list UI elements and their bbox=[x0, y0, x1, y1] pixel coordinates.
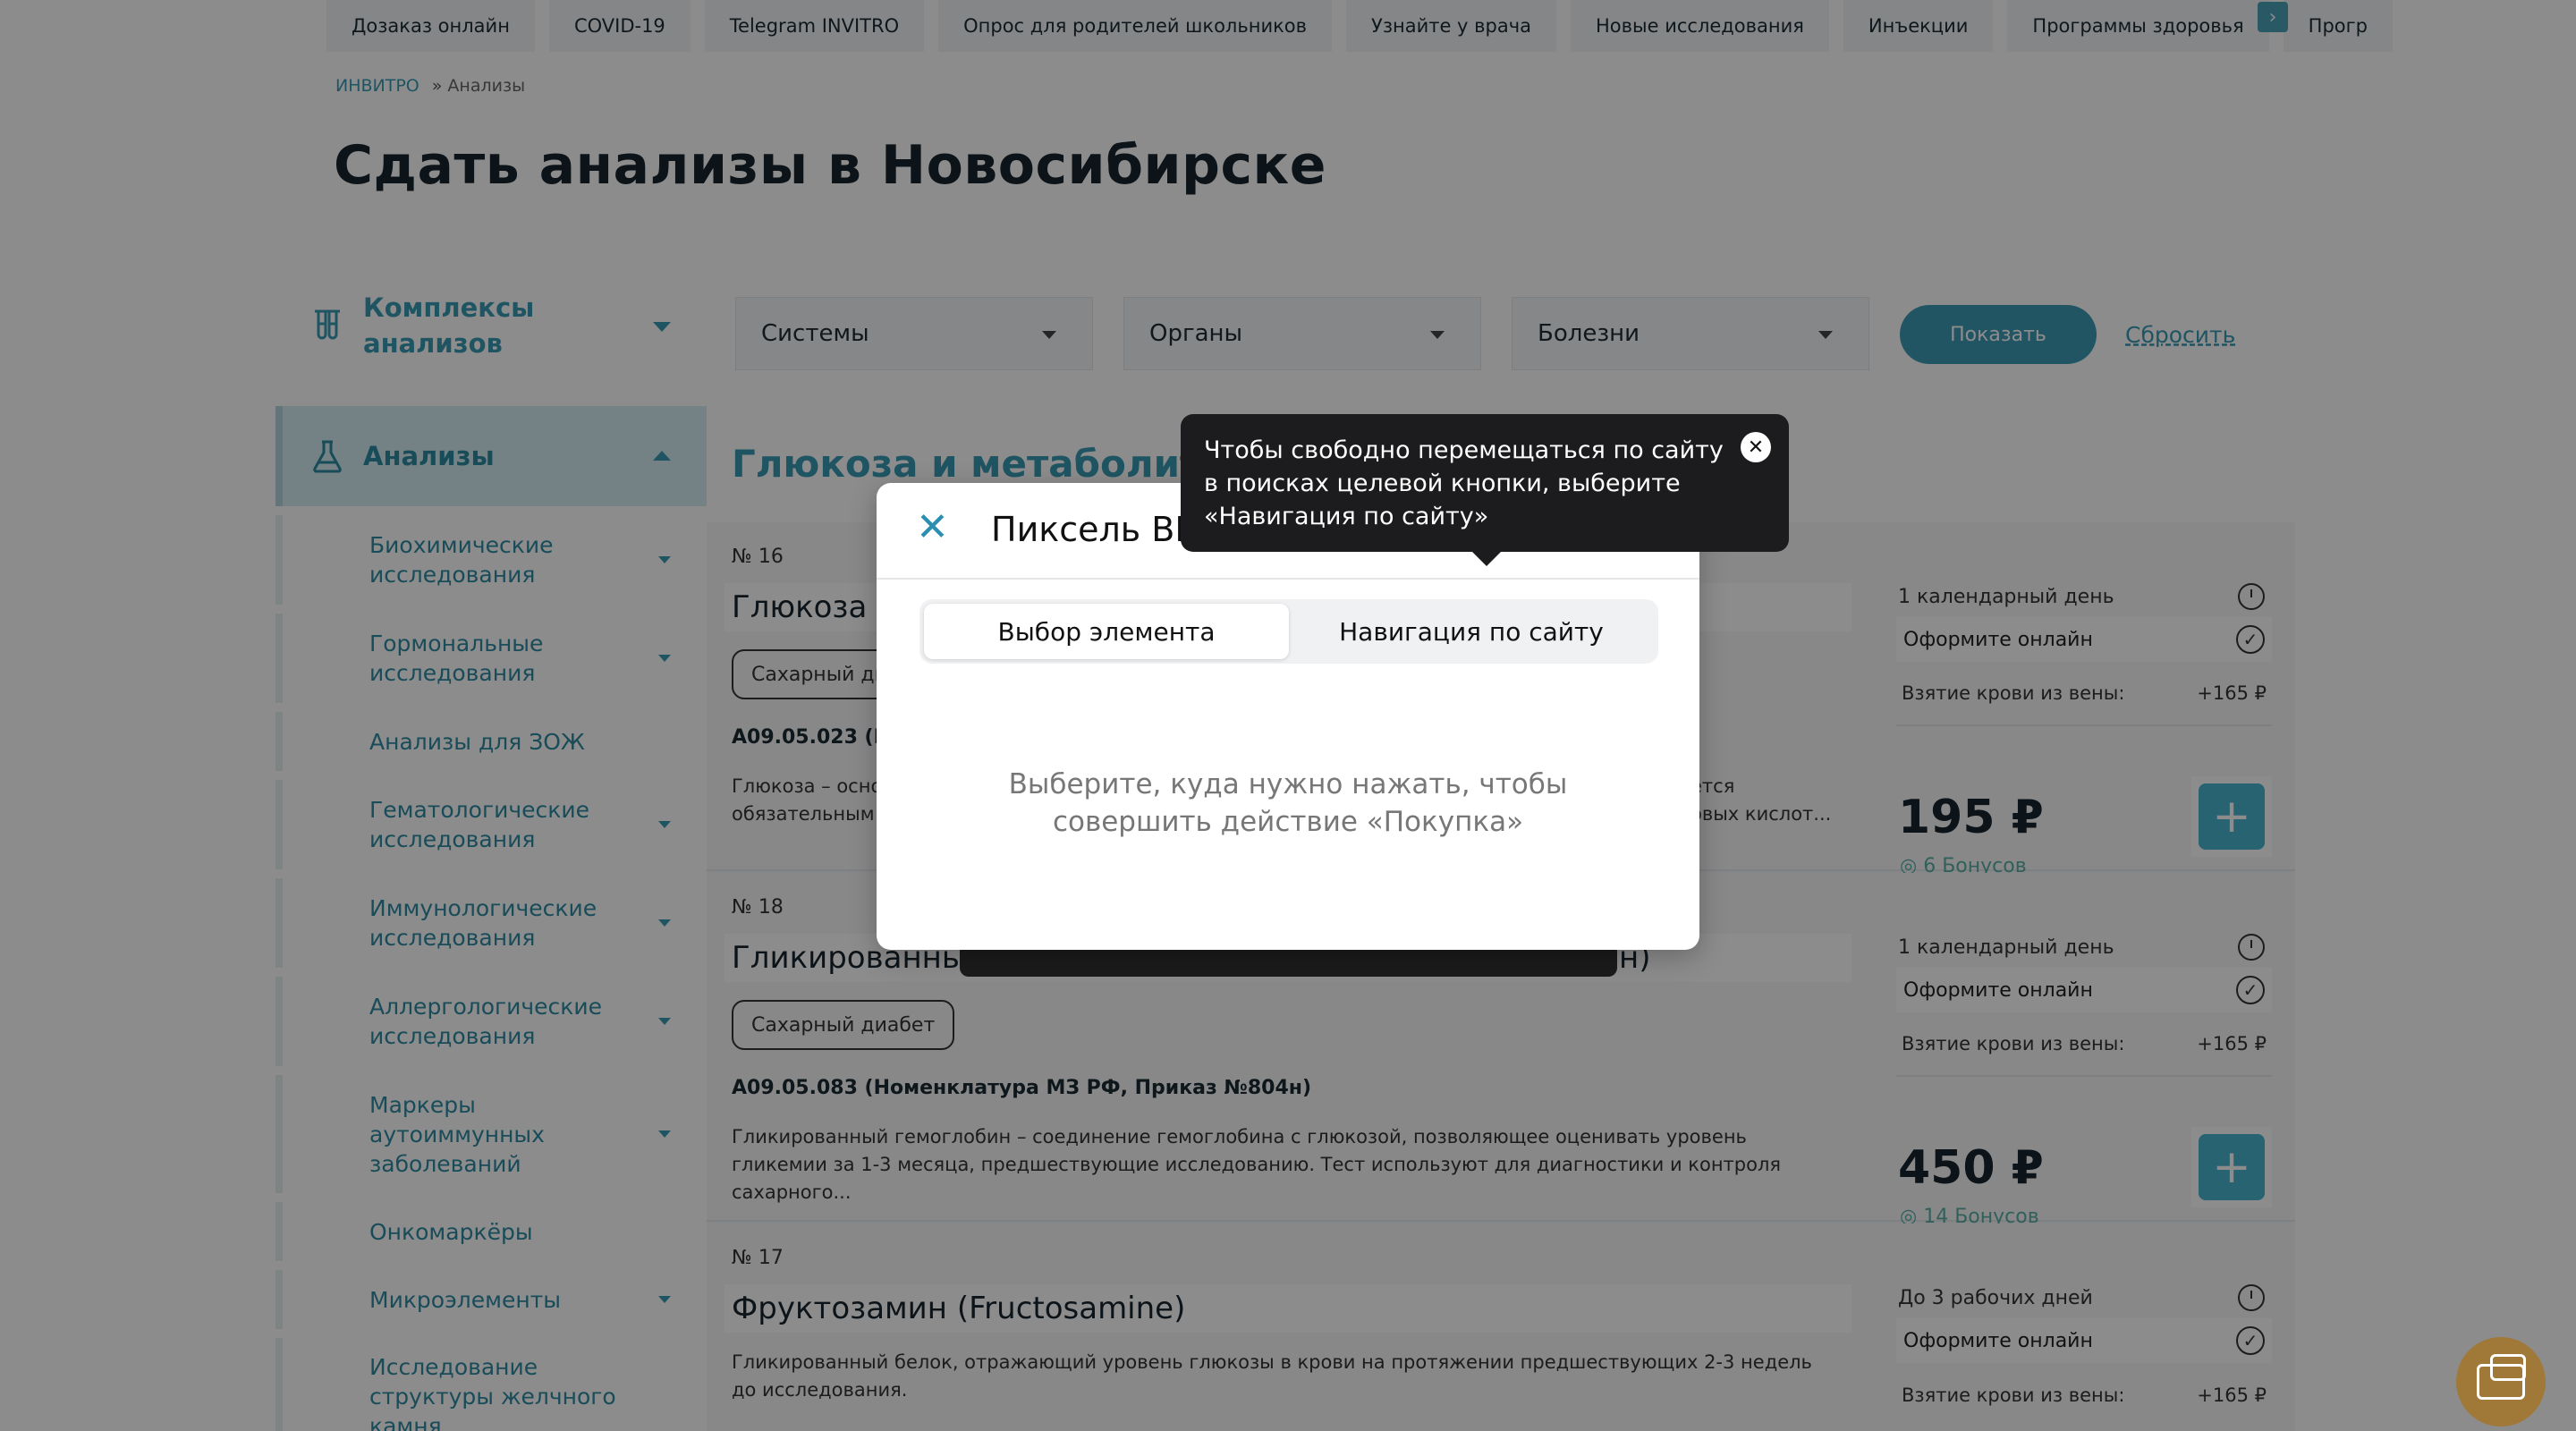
close-icon[interactable]: ✕ bbox=[916, 508, 952, 547]
tab-select-element[interactable]: Выбор элемента bbox=[924, 604, 1289, 659]
navigation-tooltip: Чтобы свободно перемещаться по сайту в п… bbox=[1181, 414, 1789, 566]
modal-hint: Выберите, куда нужно нажать, чтобы совер… bbox=[877, 766, 1699, 841]
tooltip-line: в поисках целевой кнопки, выберите bbox=[1204, 470, 1681, 497]
tooltip-line: Чтобы свободно перемещаться по сайту bbox=[1204, 436, 1724, 464]
vk-pixel-modal: ✕ Пиксель ВК Выбор элемента Навигация по… bbox=[877, 483, 1699, 950]
mode-switch: Выбор элемента Навигация по сайту bbox=[919, 599, 1658, 664]
modal-hint-line: Выберите, куда нужно нажать, чтобы bbox=[1008, 768, 1568, 800]
modal-hint-line: совершить действие «Покупка» bbox=[1052, 806, 1524, 838]
modal-title: Пиксель ВК bbox=[991, 510, 1199, 549]
modal-divider bbox=[877, 578, 1699, 580]
chat-icon bbox=[2477, 1354, 2526, 1400]
tooltip-line: «Навигация по сайту» bbox=[1204, 503, 1489, 530]
chat-button[interactable] bbox=[2456, 1337, 2546, 1427]
tooltip-close-icon[interactable]: ✕ bbox=[1741, 432, 1771, 462]
tooltip-tail bbox=[1472, 552, 1501, 566]
tab-site-navigation[interactable]: Навигация по сайту bbox=[1289, 604, 1654, 659]
page: Дозаказ онлайн COVID-19 Telegram INVITRO… bbox=[0, 0, 2576, 1431]
